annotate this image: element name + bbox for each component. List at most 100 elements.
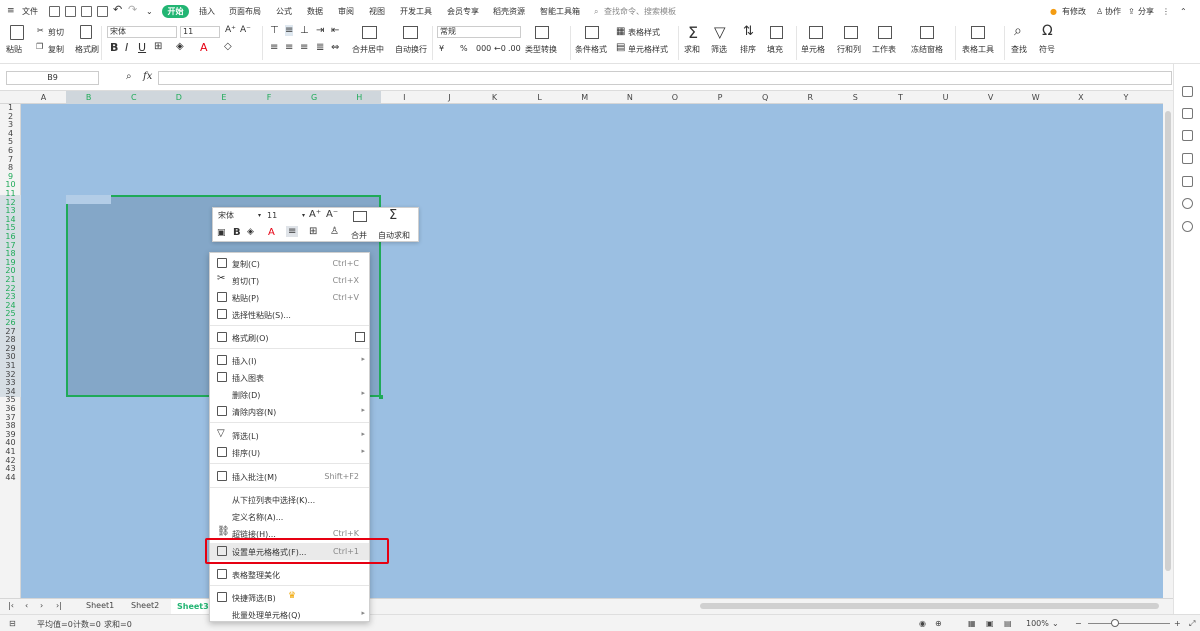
mini-center-icon[interactable]: ≡ [286,226,299,237]
share-button[interactable]: 分享 [1138,5,1154,18]
column-header-w[interactable]: W [1013,91,1058,104]
find-icon[interactable]: ⌕ [1014,23,1022,39]
sum-icon[interactable]: Σ [688,23,698,42]
tab-review[interactable]: 审阅 [338,5,354,18]
mini-fill-icon[interactable]: ◈ [247,227,254,237]
quick-access-chevron-icon[interactable]: ⌄ [146,5,153,18]
file-menu[interactable]: 文件 [22,5,38,18]
column-header-i[interactable]: I [382,91,427,104]
tab-view[interactable]: 视图 [369,5,385,18]
mini-bold-icon[interactable]: B [233,227,241,238]
align-center-icon[interactable]: ≡ [285,42,293,53]
currency-icon[interactable]: ¥ [439,44,444,53]
shrink-font-icon[interactable]: A⁻ [326,209,338,220]
type-convert-button[interactable]: 类型转换 [525,44,557,55]
tab-insert[interactable]: 插入 [199,5,215,18]
clear-format-icon[interactable]: ◇ [224,41,232,52]
tab-smart-tools[interactable]: 智能工具箱 [540,5,580,18]
font-color-icon[interactable]: A [200,41,208,54]
page-break-view-icon[interactable]: ▤ [1004,619,1012,628]
format-painter-button[interactable]: 格式刷 [75,44,99,55]
zoom-slider-thumb[interactable] [1111,619,1119,627]
conditional-format-button[interactable]: 条件格式 [575,44,607,55]
fill-handle[interactable] [379,395,383,399]
zoom-in-icon[interactable]: + [1174,619,1181,628]
mini-border-icon[interactable]: ⊞ [309,226,317,237]
hamburger-icon[interactable]: ≡ [7,7,15,16]
justify-icon[interactable]: ≣ [316,42,324,53]
sum-button[interactable]: 求和 [684,44,700,55]
cells-icon[interactable] [809,26,823,39]
zoom-slider[interactable] [1088,623,1170,624]
column-header-f[interactable]: F [247,91,292,104]
column-header-p[interactable]: P [698,91,743,104]
filter-button[interactable]: 筛选 [711,44,727,55]
menu-item-quick-filter[interactable]: 快捷筛选(B) ♛ [210,589,369,606]
sort-icon[interactable]: ⇅ [743,24,754,39]
worksheet-icon[interactable] [878,26,892,39]
mini-merge-button[interactable]: 合并 [351,230,367,241]
help-icon[interactable] [1182,221,1193,232]
merge-center-button[interactable]: 合并居中 [352,44,384,55]
align-right-icon[interactable]: ≡ [300,42,308,53]
first-sheet-icon[interactable]: |‹ [8,601,14,610]
conditional-format-icon[interactable] [585,26,599,39]
zoom-dropdown-icon[interactable]: ⌄ [1052,619,1059,628]
align-left-icon[interactable]: ≡ [270,42,278,53]
mini-size-select[interactable]: 11 [265,211,303,223]
column-header-r[interactable]: R [788,91,833,104]
row-col-icon[interactable] [844,26,858,39]
collapse-icon[interactable]: ⌃ [1180,5,1187,18]
fx-icon[interactable]: fx [143,71,152,82]
format-painter-quick-icon[interactable] [355,332,365,342]
cell-style-button[interactable]: 单元格样式 [628,44,668,55]
column-header-s[interactable]: S [833,91,878,104]
increase-decimal-icon[interactable]: ←0 [494,44,506,53]
table-style-icon[interactable]: ▦ [616,26,625,37]
distribute-icon[interactable]: ⇔ [331,42,339,53]
backup-icon[interactable] [1182,153,1193,164]
fullscreen-icon[interactable]: ⤢ [1189,619,1195,629]
image-icon[interactable] [1182,176,1193,187]
redo-icon[interactable]: ↷ [128,3,137,16]
grow-font-icon[interactable]: A⁺ [309,209,321,220]
cut-icon[interactable]: ✂ [37,26,44,35]
menu-item-sort[interactable]: 排序(U) ▸ [210,444,369,461]
menu-item-pick-from-list[interactable]: 从下拉列表中选择(K)... [210,491,369,508]
name-box[interactable]: B9 [6,71,99,85]
horizontal-scrollbar[interactable] [700,603,1159,609]
menu-item-cut[interactable]: ✂ 剪切(T) Ctrl+X [210,272,369,289]
copy-button[interactable]: 复制 [48,44,64,55]
search-box[interactable]: 查找命令、搜索模板 [604,5,676,18]
fill-button[interactable]: 填充 [767,44,783,55]
tab-developer[interactable]: 开发工具 [400,5,432,18]
wrap-text-button[interactable]: 自动换行 [395,44,427,55]
mini-font-color-icon[interactable]: A [268,227,275,238]
number-format-select[interactable]: 常规 [437,26,521,38]
mini-merge-icon[interactable] [353,211,367,222]
cells-button[interactable]: 单元格 [801,44,825,55]
thousands-icon[interactable]: 000 [476,44,491,53]
column-header-u[interactable]: U [923,91,968,104]
save-icon[interactable] [49,6,60,17]
column-header-a[interactable]: A [21,91,66,104]
size-dropdown-icon[interactable]: ▾ [302,212,305,219]
next-sheet-icon[interactable]: › [40,601,43,610]
print-icon[interactable] [81,6,92,17]
menu-item-delete[interactable]: 删除(D) ▸ [210,386,369,403]
row-header-44[interactable]: 44 [0,473,21,483]
zoom-level[interactable]: 100% [1026,619,1049,628]
merge-center-icon[interactable] [362,26,377,39]
formula-input[interactable] [158,71,1172,85]
more-icon[interactable]: ⋮ [1162,5,1170,18]
font-dropdown-icon[interactable]: ▾ [258,212,261,219]
select-icon[interactable] [1182,108,1193,119]
cut-button[interactable]: 剪切 [48,27,64,38]
paste-button[interactable]: 粘贴 [6,44,22,55]
bold-icon[interactable]: B [110,41,118,54]
underline-icon[interactable]: U [138,41,146,54]
style-icon[interactable] [1182,86,1193,97]
symbol-button[interactable]: 符号 [1039,44,1055,55]
menu-item-filter[interactable]: ▽ 筛选(L) ▸ [210,427,369,444]
column-header-k[interactable]: K [472,91,517,104]
